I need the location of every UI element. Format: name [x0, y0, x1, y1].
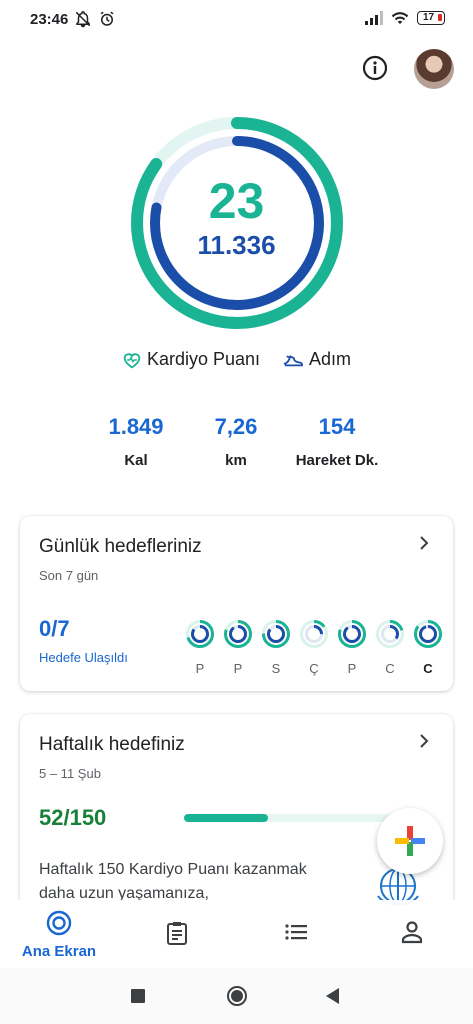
- daily-goals-subtitle: Son 7 gün: [39, 568, 99, 583]
- weekly-goal-count: 52/150: [39, 805, 107, 830]
- daily-goals-count: 0/7: [39, 616, 70, 641]
- day-letter: C: [423, 661, 433, 676]
- nav-home[interactable]: Ana Ekran: [9, 910, 109, 960]
- plus-icon: [395, 826, 425, 856]
- home-ring-icon: [46, 910, 72, 936]
- day-rings: PPSÇPCC: [186, 620, 442, 676]
- status-bar: 23:46 17: [0, 0, 473, 42]
- day-ring-3: Ç: [300, 620, 328, 676]
- daily-goals-count-label: Hedefe Ulaşıldı: [39, 650, 128, 665]
- nav-home-label: Ana Ekran: [21, 943, 97, 960]
- legend-steps-label: Adım: [309, 349, 352, 369]
- day-letter: P: [195, 661, 205, 676]
- daily-goals-card[interactable]: Günlük hedefleriniz Son 7 gün 0/7 Hedefe…: [20, 516, 453, 691]
- day-ring-0: P: [186, 620, 214, 676]
- day-ring-icon: [376, 620, 404, 648]
- stat-move-minutes-value: 154: [318, 414, 356, 439]
- chevron-right-icon[interactable]: [417, 536, 431, 550]
- legend-cardio[interactable]: Kardiyo Puanı: [122, 349, 260, 370]
- day-ring-icon: [224, 620, 252, 648]
- clipboard-icon: [167, 922, 187, 945]
- day-letter: C: [385, 661, 395, 676]
- weekly-progress-fill: [184, 814, 268, 822]
- recents-icon[interactable]: [130, 988, 146, 1004]
- day-ring-icon: [186, 620, 214, 648]
- day-ring-icon: [414, 620, 442, 648]
- day-letter: S: [271, 661, 281, 676]
- day-ring-icon: [262, 620, 290, 648]
- home-icon[interactable]: [226, 985, 248, 1007]
- nav-journal[interactable]: [127, 920, 227, 951]
- day-ring-2: S: [262, 620, 290, 676]
- stat-move-minutes-label: Hareket Dk.: [295, 452, 379, 469]
- day-letter: P: [347, 661, 357, 676]
- day-letter: Ç: [309, 661, 319, 676]
- info-icon[interactable]: [361, 54, 389, 82]
- notification-off-icon: [75, 11, 91, 28]
- legend-steps[interactable]: Adım: [282, 349, 351, 370]
- day-ring-1: P: [224, 620, 252, 676]
- bottom-navigation: Ana Ekran: [0, 900, 473, 968]
- signal-icon: [365, 11, 383, 25]
- shoe-icon: [283, 354, 303, 366]
- wifi-icon: [391, 12, 409, 24]
- ring-legend: Kardiyo Puanı Adım: [0, 349, 473, 370]
- nav-browse[interactable]: [246, 922, 346, 947]
- profile-icon: [401, 921, 423, 944]
- legend-cardio-label: Kardiyo Puanı: [146, 349, 261, 369]
- heart-icon: [123, 352, 141, 368]
- alarm-icon: [100, 11, 114, 26]
- cardio-points-value: 23: [208, 173, 265, 229]
- day-ring-5: C: [376, 620, 404, 676]
- daily-goals-title: Günlük hedefleriniz: [39, 536, 202, 557]
- nav-profile[interactable]: [362, 920, 462, 949]
- steps-value: 11.336: [197, 230, 276, 260]
- avatar[interactable]: [414, 49, 454, 89]
- day-ring-4: P: [338, 620, 366, 676]
- back-icon[interactable]: [324, 987, 340, 1005]
- system-navigation: [0, 968, 473, 1024]
- chevron-right-icon[interactable]: [417, 734, 431, 748]
- day-letter: P: [233, 661, 243, 676]
- list-icon: [285, 924, 307, 940]
- stat-move-minutes: 154 Hareket Dk.: [277, 414, 397, 469]
- weekly-goal-subtitle: 5 – 11 Şub: [39, 766, 101, 781]
- weekly-goal-title: Haftalık hedefiniz: [39, 734, 185, 755]
- battery-icon: 17: [417, 11, 445, 25]
- day-ring-6: C: [414, 620, 442, 676]
- day-ring-icon: [300, 620, 328, 648]
- status-time: 23:46: [30, 11, 69, 28]
- weekly-goal-description: Haftalık 150 Kardiyo Puanı kazanmak daha…: [39, 861, 307, 902]
- add-activity-button[interactable]: [377, 808, 443, 874]
- day-ring-icon: [338, 620, 366, 648]
